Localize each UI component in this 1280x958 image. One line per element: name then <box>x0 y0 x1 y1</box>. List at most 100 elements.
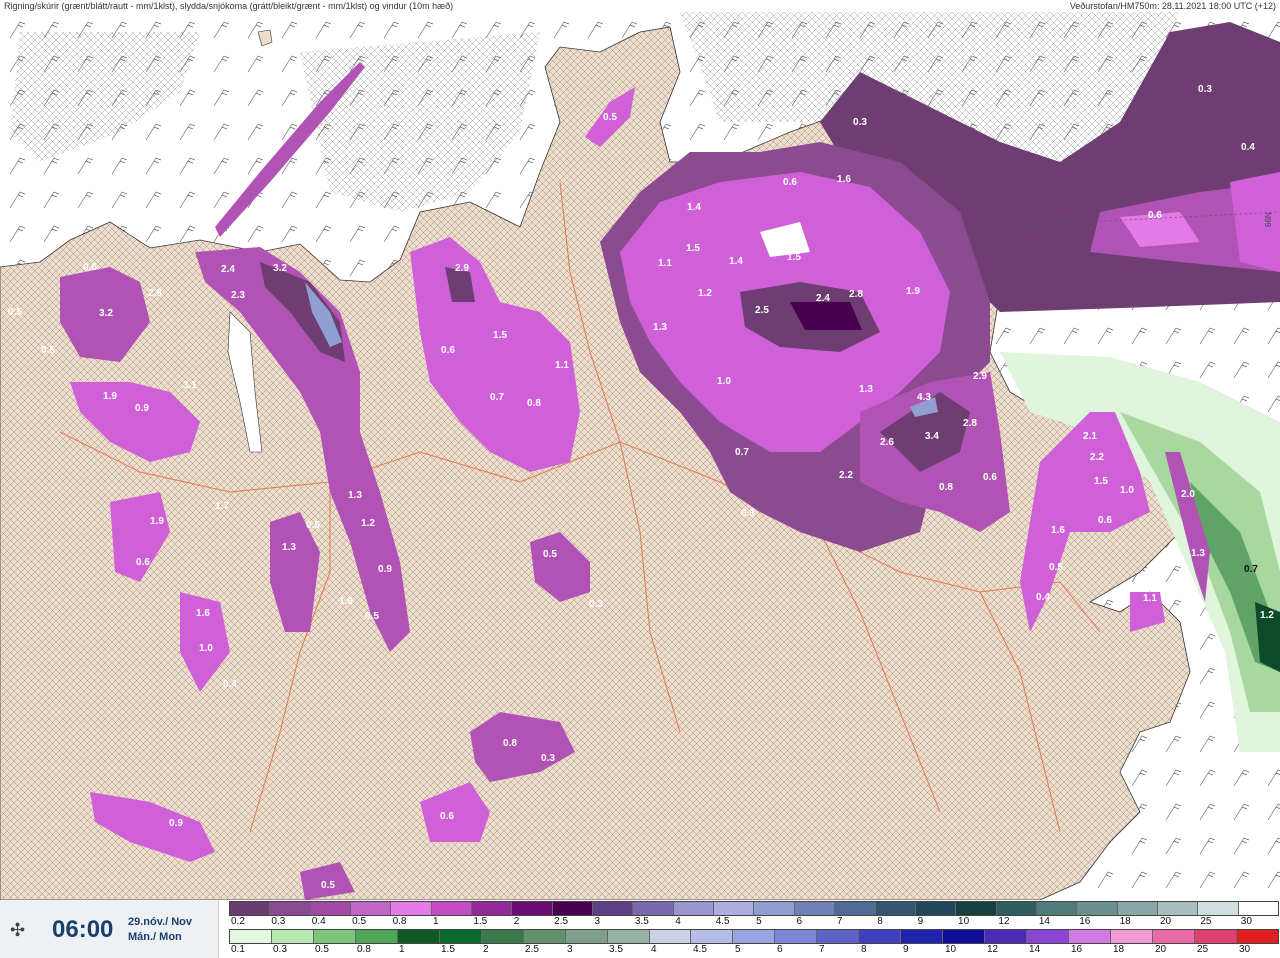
precip-value-label: 3.4 <box>925 431 939 442</box>
precip-value-label: 0.5 <box>543 549 557 560</box>
snow-swatch <box>875 902 916 915</box>
snow-swatch <box>1117 902 1158 915</box>
precip-value-label: 1.3 <box>859 384 873 395</box>
precip-value-label: 0.6 <box>783 177 797 188</box>
rain-tick: 14 <box>1029 944 1041 955</box>
precip-value-label: 0.3 <box>541 753 555 764</box>
precip-value-label: 1.1 <box>555 360 569 371</box>
precip-value-label: 1.7 <box>215 501 229 512</box>
precip-value-label: 1.4 <box>729 256 743 267</box>
precip-value-label: 2.8 <box>849 289 863 300</box>
precip-value-label: 0.5 <box>365 611 379 622</box>
snow-swatch <box>1036 902 1078 915</box>
rain-tick: 18 <box>1113 944 1125 955</box>
precip-value-label: 2.9 <box>973 371 987 382</box>
snow-swatch <box>431 902 473 915</box>
snow-swatch <box>754 902 795 915</box>
precip-value-label: 2.8 <box>963 418 977 429</box>
rain-tick: 5 <box>735 944 741 955</box>
rain-tick: 0.1 <box>231 944 245 955</box>
snow-tick: 0.4 <box>311 916 326 927</box>
rain-tick: 16 <box>1071 944 1083 955</box>
precip-value-label: 3.1 <box>183 380 197 391</box>
precip-value-label: 4.3 <box>917 392 931 403</box>
precip-value-label: 0.4 <box>1036 592 1050 603</box>
precip-value-label: 0.5 <box>306 520 320 531</box>
precip-value-label: 0.6 <box>1098 515 1112 526</box>
precip-value-label: 2.2 <box>1090 452 1104 463</box>
precip-value-label: 2.6 <box>880 437 894 448</box>
precip-value-label: 0.7 <box>490 392 504 403</box>
precip-value-label: 1.4 <box>687 202 701 213</box>
snow-tick: 2 <box>513 916 520 927</box>
precip-value-label: 2.4 <box>221 264 235 275</box>
snow-tick: 1 <box>432 916 439 927</box>
precip-value-label: 1.3 <box>282 542 296 553</box>
rain-swatch <box>1069 930 1112 943</box>
snow-swatch <box>593 902 634 915</box>
rain-tick: 7 <box>819 944 825 955</box>
precip-value-label: 0.5 <box>8 307 22 318</box>
snow-swatch <box>633 902 674 915</box>
latitude-label: 66N <box>1264 212 1273 227</box>
valid-hour: 06:00 <box>52 916 114 943</box>
rain-swatch <box>1111 930 1153 943</box>
snow-swatch <box>956 902 997 915</box>
map-header: Rigning/skúrir (grænt/blátt/rautt - mm/1… <box>0 0 1280 12</box>
precip-value-label: 2.4 <box>816 293 830 304</box>
map-legend-description: Rigning/skúrir (grænt/blátt/rautt - mm/1… <box>4 1 454 11</box>
snow-swatch <box>1198 902 1239 915</box>
precip-value-label: 0.9 <box>378 564 392 575</box>
precip-value-label: 3.2 <box>273 263 287 274</box>
snow-tick: 0.8 <box>392 916 407 927</box>
precip-value-label: 2.1 <box>1083 431 1097 442</box>
precip-value-label: 0.6 <box>83 262 97 273</box>
precip-value-label: 0.3 <box>589 599 603 610</box>
precip-value-label: 2.5 <box>755 305 769 316</box>
precip-value-label: 0.9 <box>169 818 183 829</box>
rain-swatch <box>1027 930 1070 943</box>
precip-value-label: 0.5 <box>41 345 55 356</box>
valid-date: 29.nóv./ Nov <box>128 916 192 928</box>
precip-value-label: 0.6 <box>441 345 455 356</box>
snow-swatch <box>310 902 352 915</box>
snow-swatch <box>673 902 715 915</box>
footer: ✣ 06:00 29.nóv./ Nov Mán./ Mon 0.2 0.3 0.4… <box>0 900 1280 958</box>
rain-swatch <box>230 930 272 943</box>
rain-swatch <box>1236 930 1278 943</box>
snow-tick: 10 <box>958 916 970 927</box>
snow-swatch <box>1077 902 1118 915</box>
precip-value-label: 1.0 <box>1120 485 1134 496</box>
snow-tick: 14 <box>1038 916 1050 927</box>
precip-value-label: 1.2 <box>361 518 375 529</box>
snow-swatch <box>472 902 513 915</box>
snow-swatch <box>835 902 876 915</box>
precip-value-label: 0.4 <box>223 679 237 690</box>
rain-tick: 8 <box>861 944 867 955</box>
precip-value-label: 0.4 <box>1241 142 1255 153</box>
precip-value-label: 2.9 <box>455 263 469 274</box>
rain-swatch <box>565 930 608 943</box>
rain-tick: 0.8 <box>357 944 371 955</box>
rain-swatch <box>313 930 356 943</box>
weather-map[interactable]: 66N 0.5 0.3 0.4 0.3 0.6 0.4 0.6 1.4 1.6 0.6 2.4 3.2… <box>0 12 1280 900</box>
precip-value-label: 0.5 <box>603 112 617 123</box>
snow-tick: 20 <box>1159 916 1172 927</box>
rain-swatch <box>397 930 440 943</box>
rain-tick: 0.3 <box>273 944 287 955</box>
rain-swatch <box>691 930 734 943</box>
precip-value-label: 0.6 <box>440 811 454 822</box>
precip-value-label: 1.5 <box>787 252 801 263</box>
rain-swatch <box>1194 930 1237 943</box>
snow-swatch <box>915 902 957 915</box>
rain-swatch <box>271 930 314 943</box>
precip-value-label: 1.2 <box>698 288 712 299</box>
precip-value-label: 1.5 <box>493 330 507 341</box>
snow-swatch <box>270 902 311 915</box>
precip-value-label: 1.5 <box>1094 476 1108 487</box>
rain-swatch <box>943 930 986 943</box>
precip-value-label: 0.6 <box>983 472 997 483</box>
precip-value-label: 0.3 <box>741 508 755 519</box>
snow-tick: 16 <box>1079 916 1091 927</box>
precip-value-label: 0.8 <box>503 738 517 749</box>
